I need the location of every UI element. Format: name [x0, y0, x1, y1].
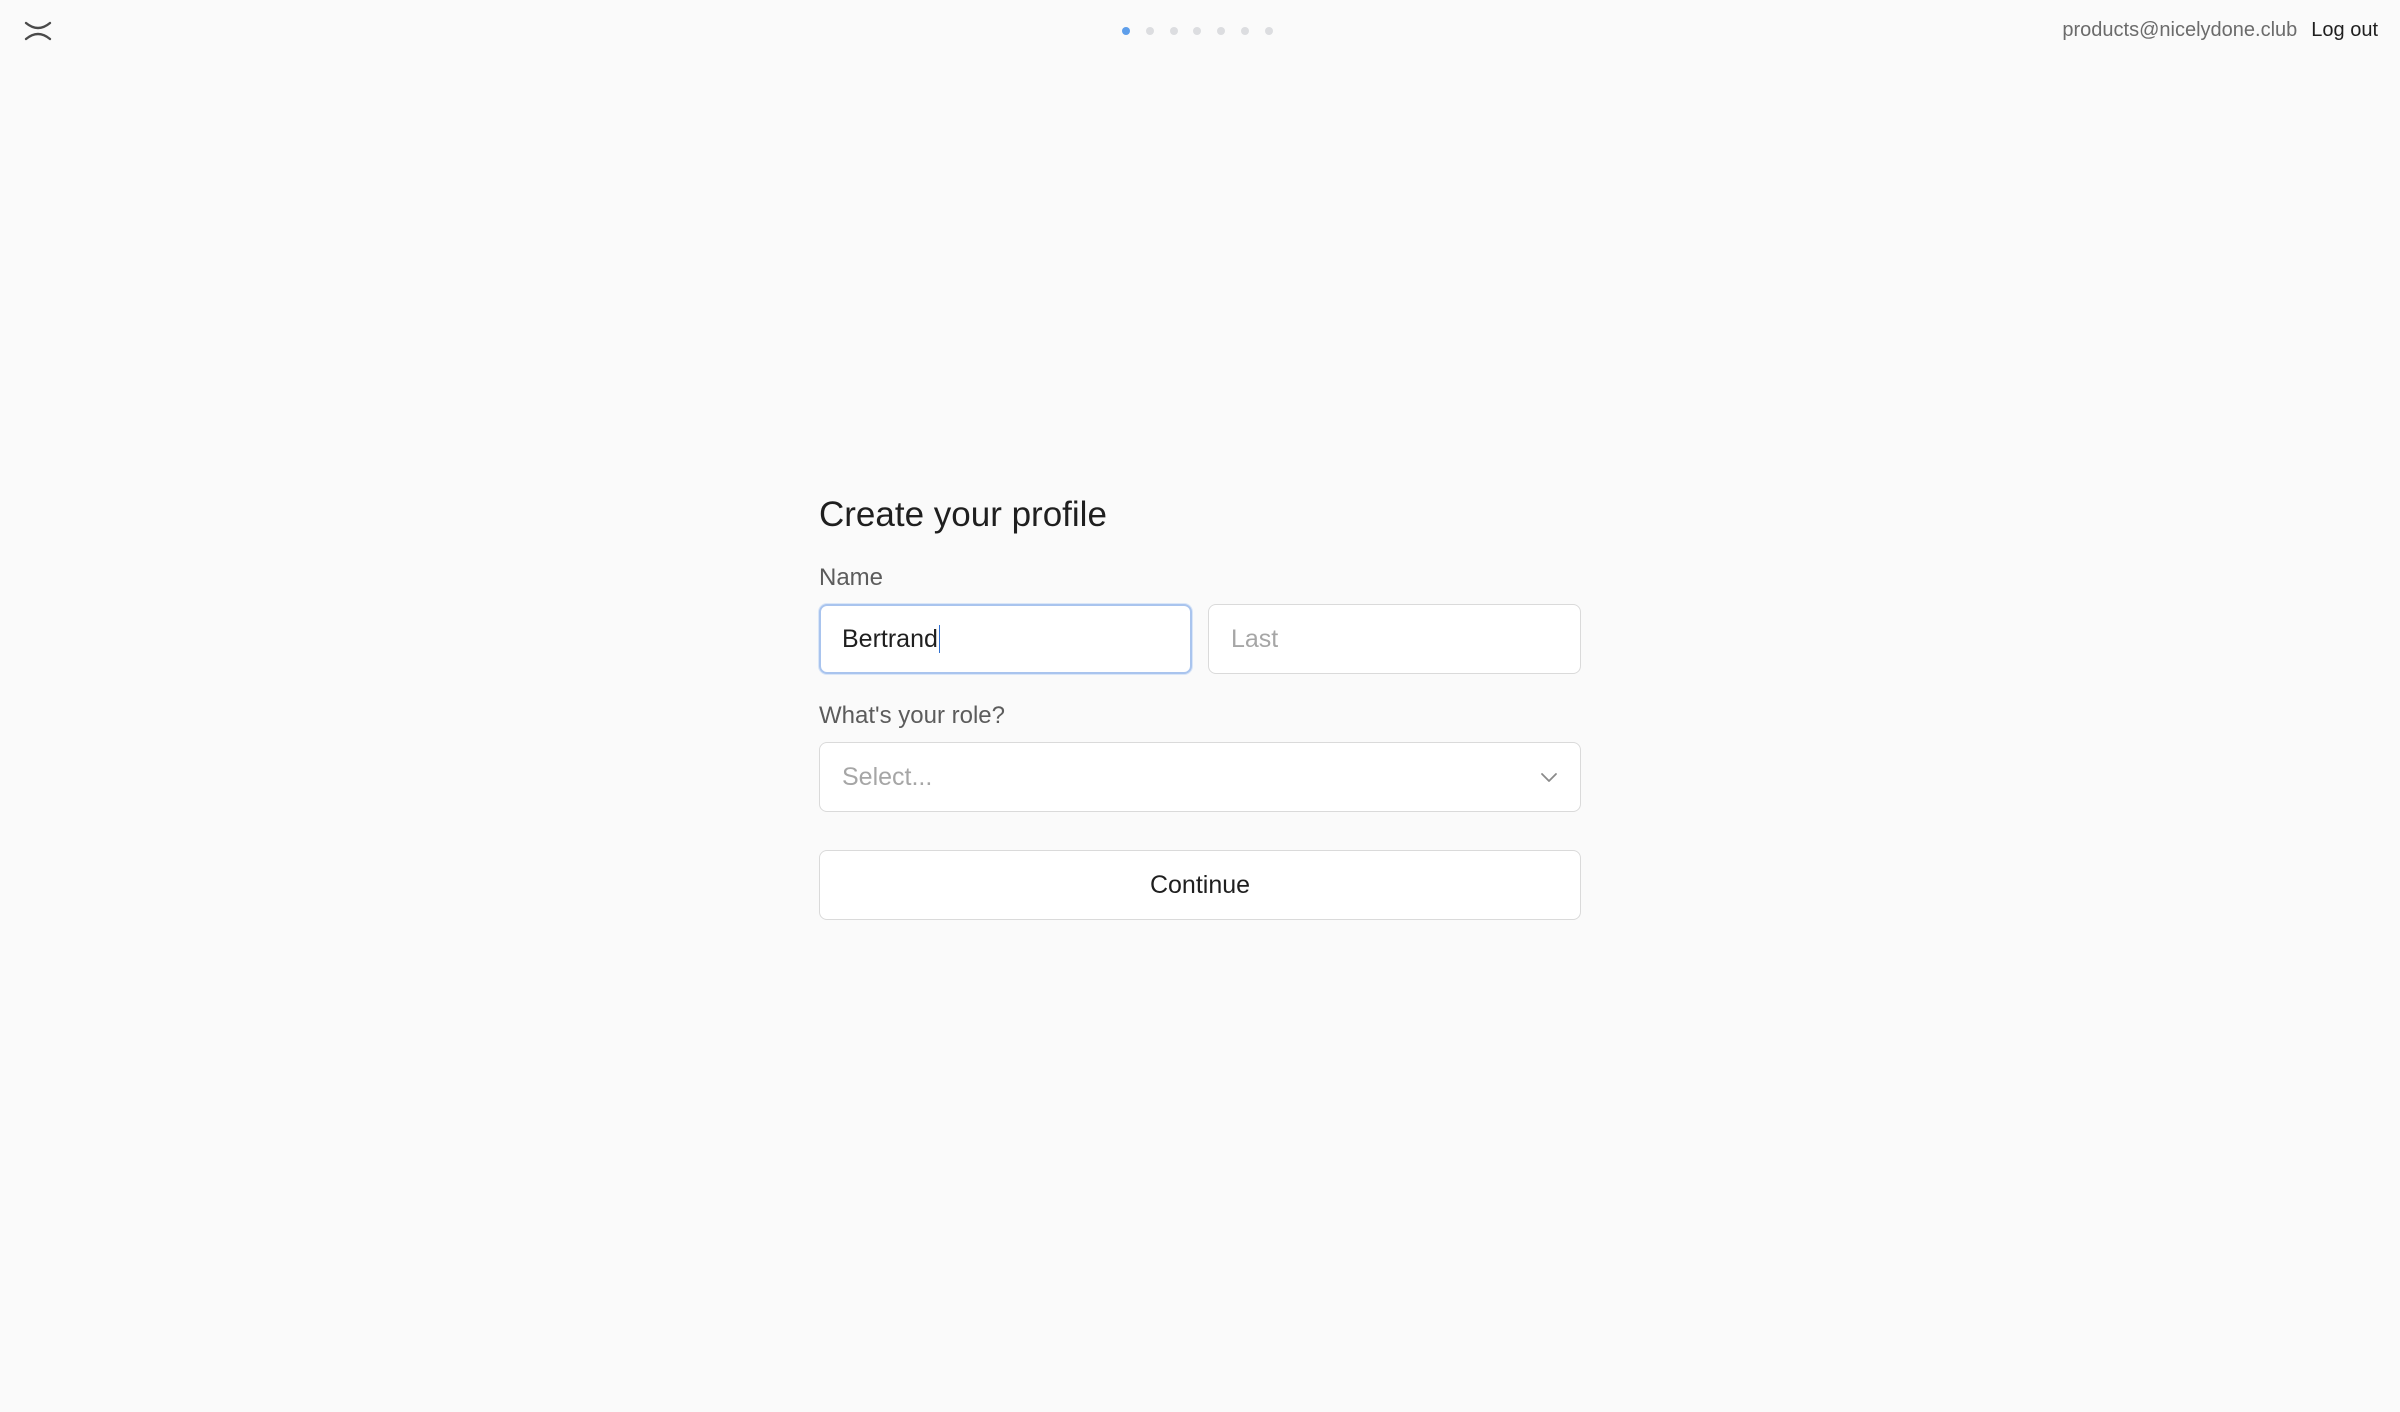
last-name-placeholder: Last [1231, 624, 1279, 653]
last-name-input[interactable]: Last [1208, 604, 1581, 674]
progress-dot-7 [1264, 27, 1273, 35]
logout-link[interactable]: Log out [2311, 19, 2378, 42]
step-progress-dots [1122, 27, 1289, 35]
chevron-down-icon [1540, 771, 1558, 783]
collapse-x-icon [24, 21, 52, 41]
logo-collapse-icon[interactable] [22, 17, 54, 45]
first-name-value: Bertrand [842, 624, 938, 653]
name-label: Name [819, 564, 884, 591]
account-email: products@nicelydone.club [2062, 19, 2298, 41]
first-name-input[interactable]: Bertrand [819, 604, 1192, 674]
role-label: What's your role? [819, 702, 1005, 729]
progress-dot-3 [1169, 27, 1178, 35]
account-area: products@nicelydone.club Log out [2062, 19, 2378, 42]
progress-dot-6 [1240, 27, 1249, 35]
progress-dot-1 [1122, 27, 1130, 35]
continue-button[interactable]: Continue [819, 850, 1581, 920]
profile-form: Create your profile Name Bertrand Last W… [819, 490, 1581, 920]
role-select[interactable]: Select... [819, 742, 1581, 812]
role-select-placeholder: Select... [842, 762, 933, 791]
name-fields-row: Bertrand Last [819, 604, 1581, 674]
progress-dot-2 [1145, 27, 1154, 35]
progress-dot-5 [1217, 27, 1226, 35]
progress-dot-4 [1193, 27, 1202, 35]
text-caret [938, 625, 941, 653]
top-bar: products@nicelydone.club Log out [0, 0, 2400, 62]
page-title: Create your profile [819, 495, 1107, 534]
